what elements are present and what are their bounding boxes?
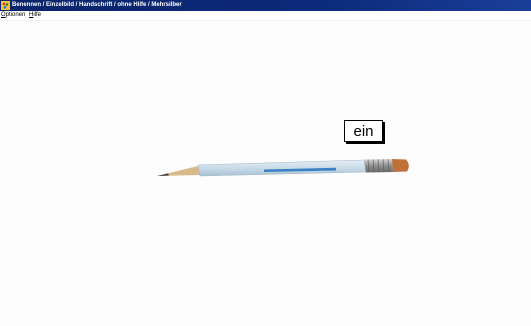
- paint-palette-icon: [1, 1, 10, 10]
- title-bar[interactable]: Benennen / Einzelbild / Handschrift / oh…: [0, 0, 531, 11]
- menu-hilfe-label: Hilfe: [29, 12, 42, 18]
- menu-optionen-label: Optionen: [1, 12, 26, 18]
- pencil-picture: [157, 159, 409, 177]
- menu-hilfe[interactable]: Hilfe: [29, 11, 41, 20]
- window-title: Benennen / Einzelbild / Handschrift / oh…: [12, 2, 182, 8]
- app-window: Benennen / Einzelbild / Handschrift / oh…: [0, 0, 531, 326]
- close-button[interactable]: [525, 1, 531, 10]
- word-card-ein[interactable]: ein: [344, 120, 383, 142]
- menu-bar: Optionen Hilfe: [0, 11, 531, 20]
- menu-optionen[interactable]: Optionen: [1, 11, 25, 20]
